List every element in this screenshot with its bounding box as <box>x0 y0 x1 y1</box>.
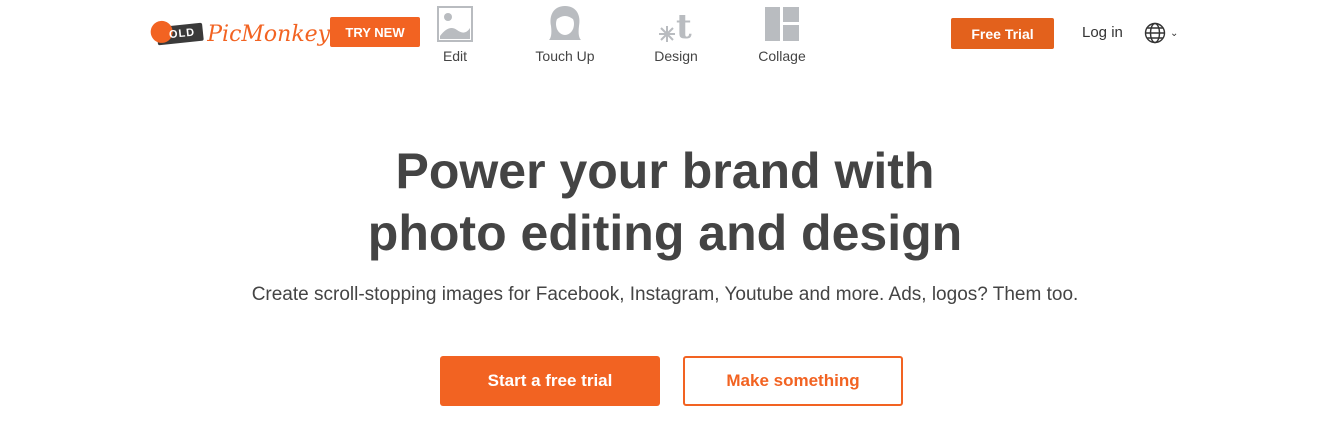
nav-edit-label: Edit <box>442 48 468 64</box>
globe-icon <box>1144 22 1166 44</box>
login-link[interactable]: Log in <box>1082 24 1123 41</box>
nav-touch-up-label: Touch Up <box>535 48 595 64</box>
make-something-button[interactable]: Make something <box>683 356 903 406</box>
face-icon <box>530 4 600 42</box>
free-trial-button[interactable]: Free Trial <box>951 18 1054 49</box>
design-icon: t <box>646 4 706 42</box>
picmonkey-logo[interactable]: OLD PicMonkey <box>156 14 331 54</box>
language-selector[interactable]: ⌄ <box>1144 22 1178 44</box>
site-header: OLD PicMonkey TRY NEW Edit Touch Up t De… <box>0 0 1330 80</box>
nav-edit[interactable]: Edit <box>425 4 485 64</box>
nav-touch-up[interactable]: Touch Up <box>530 4 600 64</box>
collage-icon <box>752 4 812 42</box>
nav-collage[interactable]: Collage <box>752 4 812 64</box>
try-new-button[interactable]: TRY NEW <box>330 17 420 47</box>
svg-text:t: t <box>676 7 692 42</box>
nav-collage-label: Collage <box>758 48 806 64</box>
nav-design-label: Design <box>654 48 698 64</box>
logo-wordmark: PicMonkey <box>207 21 331 47</box>
hero-title-line-1: Power your brand with <box>395 143 935 199</box>
image-icon <box>425 4 485 42</box>
hero-title-line-2: photo editing and design <box>367 205 963 261</box>
hero-title: Power your brand with photo editing and … <box>0 140 1330 264</box>
start-free-trial-button[interactable]: Start a free trial <box>440 356 660 406</box>
chevron-down-icon: ⌄ <box>1170 27 1179 39</box>
nav-design[interactable]: t Design <box>646 4 706 64</box>
logo-old-tag: OLD <box>156 22 205 46</box>
hero-subtitle: Create scroll-stopping images for Facebo… <box>251 284 1079 305</box>
